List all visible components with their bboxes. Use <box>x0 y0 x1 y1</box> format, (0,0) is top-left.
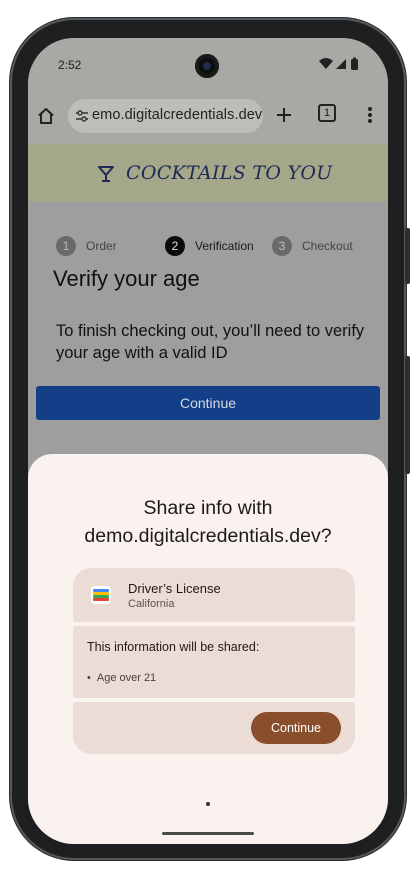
status-time: 2:52 <box>58 58 82 72</box>
credential-name: Driver’s License <box>128 581 221 596</box>
sheet-title-line1: Share info with <box>143 497 273 519</box>
power-button <box>405 228 410 284</box>
wifi-icon <box>319 58 333 69</box>
step-label: Checkout <box>302 239 353 253</box>
shared-info-panel: This information will be shared: Age ove… <box>73 626 355 698</box>
page-heading: Verify your age <box>53 266 200 291</box>
sheet-title-line2: demo.digitalcredentials.dev? <box>84 525 332 547</box>
credential-card[interactable]: Driver’s License California <box>73 568 355 622</box>
more-menu-icon[interactable] <box>362 105 378 125</box>
step-number: 2 <box>165 236 185 256</box>
page-indicator-dot <box>206 802 210 806</box>
step-order: 1 Order <box>56 234 117 258</box>
tab-count: 1 <box>323 107 331 119</box>
site-header: COCKTAILS TO YOU <box>28 144 388 202</box>
address-bar[interactable]: emo.digitalcredentials.dev <box>68 99 263 133</box>
cocktail-glass-icon <box>98 166 114 182</box>
battery-icon <box>351 57 358 70</box>
credential-region: California <box>128 598 175 610</box>
wallet-icon <box>91 586 111 604</box>
tab-switcher-button[interactable]: 1 <box>318 104 336 122</box>
url-text[interactable]: emo.digitalcredentials.dev <box>92 107 262 123</box>
checkout-steps: 1 Order 2 Verification 3 Checkout <box>28 234 388 258</box>
step-checkout: 3 Checkout <box>272 234 353 258</box>
step-number: 1 <box>56 236 76 256</box>
step-verification: 2 Verification <box>165 234 254 258</box>
home-icon[interactable] <box>36 106 56 126</box>
gesture-handle[interactable] <box>162 832 254 835</box>
site-settings-icon[interactable] <box>74 108 90 124</box>
front-camera <box>195 54 219 78</box>
signal-icon <box>336 59 346 69</box>
status-bar: 2:52 <box>28 38 388 90</box>
step-label: Order <box>86 239 117 253</box>
sheet-continue-button[interactable]: Continue <box>251 712 341 744</box>
share-info-sheet: Share info with demo.digitalcredentials.… <box>28 454 388 844</box>
page-description: To finish checking out, you’ll need to v… <box>56 322 365 362</box>
volume-button <box>405 356 410 474</box>
phone-screen: 2:52 emo.digitalcredentials.dev 1 COCKTA… <box>28 38 388 844</box>
step-label: Verification <box>195 239 254 253</box>
shared-info-heading: This information will be shared: <box>87 640 260 654</box>
continue-button[interactable]: Continue <box>36 386 380 420</box>
new-tab-icon[interactable] <box>274 105 294 125</box>
sheet-actions: Continue <box>73 702 355 754</box>
sheet-title: Share info with demo.digitalcredentials.… <box>28 494 388 550</box>
site-title[interactable]: COCKTAILS TO YOU <box>126 162 333 184</box>
browser-toolbar: emo.digitalcredentials.dev 1 <box>28 90 388 144</box>
step-number: 3 <box>272 236 292 256</box>
status-icons <box>319 57 358 70</box>
shared-info-item: Age over 21 <box>87 672 156 684</box>
